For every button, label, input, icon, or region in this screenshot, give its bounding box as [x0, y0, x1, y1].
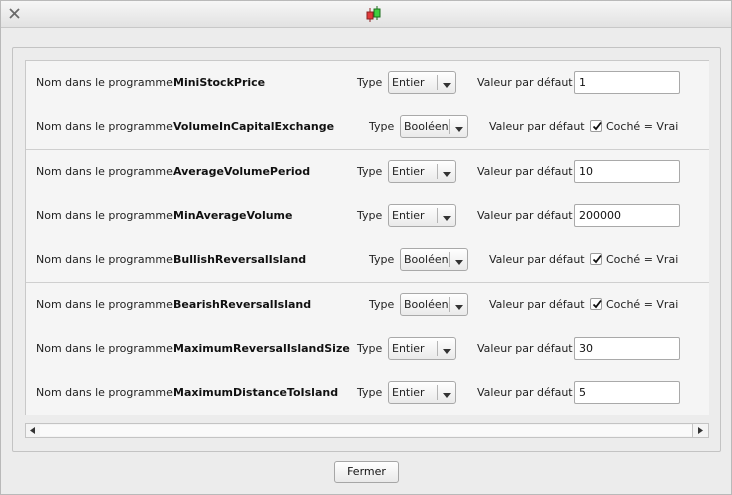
parameter-name: MaximumDistanceToIsland: [173, 386, 339, 400]
select-divider: [449, 119, 450, 135]
type-label: Type: [357, 208, 383, 222]
default-value-label: Valeur par défaut: [489, 253, 585, 267]
parameter-row: Nom dans le programme MaximumReversalIsla…: [26, 326, 709, 372]
type-select[interactable]: Entier: [388, 71, 456, 94]
parameter-name-label: Nom dans le programme: [36, 297, 173, 311]
select-divider: [437, 385, 438, 401]
parameter-row: Nom dans le programme BearishReversalIsla…: [26, 282, 709, 328]
default-value-label: Valeur par défaut: [477, 164, 573, 178]
parameter-row: Nom dans le programme MaximumDistanceToIs…: [26, 371, 709, 415]
default-value-label: Valeur par défaut: [477, 386, 573, 400]
parameter-name: BearishReversalIsland: [173, 297, 312, 311]
default-value-label: Valeur par défaut: [489, 120, 585, 134]
scroll-right-icon[interactable]: [692, 424, 706, 437]
type-select-value: Entier: [392, 76, 425, 89]
chevron-down-icon: [443, 168, 451, 177]
parameter-name: MiniStockPrice: [173, 76, 266, 89]
select-divider: [437, 207, 438, 223]
checkbox-label: Coché = Vrai: [606, 120, 679, 134]
type-label: Type: [369, 297, 395, 311]
title-bar: [1, 1, 731, 28]
type-select-value: Entier: [392, 386, 425, 400]
checkmark-icon: [592, 255, 602, 264]
parameter-name: VolumeInCapitalExchange: [173, 120, 335, 134]
select-divider: [437, 75, 438, 90]
type-select[interactable]: Booléen: [400, 115, 468, 139]
parameter-name: MinAverageVolume: [173, 208, 293, 222]
select-divider: [449, 296, 450, 312]
parameter-name-label: Nom dans le programme: [36, 76, 173, 89]
parameter-name-label: Nom dans le programme: [36, 208, 173, 222]
select-divider: [449, 252, 450, 268]
default-value-label: Valeur par défaut: [477, 76, 573, 89]
parameter-name-label: Nom dans le programme: [36, 164, 173, 178]
parameter-name: MaximumReversalIslandSize: [173, 341, 350, 355]
close-icon[interactable]: [7, 6, 23, 22]
type-select[interactable]: Entier: [388, 159, 456, 183]
type-select[interactable]: Booléen: [400, 248, 468, 272]
close-button[interactable]: Fermer: [334, 461, 399, 483]
parameter-name-label: Nom dans le programme: [36, 253, 173, 267]
type-select-value: Booléen: [404, 253, 449, 267]
type-label: Type: [357, 76, 383, 89]
default-value-label: Valeur par défaut: [489, 297, 585, 311]
parameter-row: Nom dans le programme MiniStockPrice Type …: [26, 61, 709, 106]
chevron-down-icon: [455, 123, 463, 133]
default-value-checkbox[interactable]: [590, 297, 602, 310]
type-select-value: Entier: [392, 164, 425, 178]
default-value-input[interactable]: [574, 336, 680, 360]
type-select-value: Booléen: [404, 120, 449, 134]
type-label: Type: [369, 120, 395, 134]
parameter-row: Nom dans le programme VolumeInCapitalExch…: [26, 105, 709, 151]
chevron-down-icon: [455, 256, 463, 266]
checkbox-label: Coché = Vrai: [606, 253, 679, 267]
type-label: Type: [357, 386, 383, 400]
horizontal-scrollbar[interactable]: [25, 423, 709, 438]
default-value-input[interactable]: [574, 71, 680, 94]
default-value-checkbox[interactable]: [590, 120, 602, 133]
chevron-down-icon: [455, 301, 463, 310]
candlestick-icon: [365, 6, 383, 23]
chevron-down-icon: [443, 212, 451, 221]
select-divider: [437, 340, 438, 356]
parameter-row: Nom dans le programme BullishReversalIsla…: [26, 238, 709, 284]
type-label: Type: [357, 341, 383, 355]
dialog-window: Nom dans le programme MiniStockPrice Type …: [0, 0, 732, 495]
type-select[interactable]: Booléen: [400, 292, 468, 316]
default-value-input[interactable]: [574, 203, 680, 227]
default-value-input[interactable]: [574, 381, 680, 405]
parameter-name: BullishReversalIsland: [173, 253, 307, 267]
type-select[interactable]: Entier: [388, 381, 456, 405]
parameter-name: AverageVolumePeriod: [173, 164, 311, 178]
parameter-name-label: Nom dans le programme: [36, 120, 173, 134]
parameter-row: Nom dans le programme MinAverageVolume Typ…: [26, 193, 709, 239]
checkbox-label: Coché = Vrai: [606, 297, 679, 311]
type-select-value: Entier: [392, 208, 425, 222]
chevron-down-icon: [443, 79, 451, 88]
type-label: Type: [369, 253, 395, 267]
parameter-row: Nom dans le programme AverageVolumePeriod…: [26, 149, 709, 195]
chevron-down-icon: [443, 345, 451, 354]
type-select[interactable]: Entier: [388, 203, 456, 227]
scroll-left-icon[interactable]: [26, 424, 40, 437]
default-value-checkbox[interactable]: [590, 253, 602, 266]
checkmark-icon: [592, 122, 602, 131]
select-divider: [437, 163, 438, 179]
chevron-down-icon: [443, 389, 451, 399]
type-label: Type: [357, 164, 383, 178]
type-select[interactable]: Entier: [388, 336, 456, 360]
parameter-name-label: Nom dans le programme: [36, 341, 173, 355]
default-value-label: Valeur par défaut: [477, 208, 573, 222]
scroll-track[interactable]: [40, 425, 692, 436]
type-select-value: Booléen: [404, 297, 449, 311]
parameters-list[interactable]: Nom dans le programme MiniStockPrice Type …: [25, 60, 709, 415]
default-value-label: Valeur par défaut: [477, 341, 573, 355]
checkmark-icon: [592, 299, 602, 308]
type-select-value: Entier: [392, 341, 425, 355]
parameter-name-label: Nom dans le programme: [36, 386, 173, 400]
default-value-input[interactable]: [574, 159, 680, 183]
